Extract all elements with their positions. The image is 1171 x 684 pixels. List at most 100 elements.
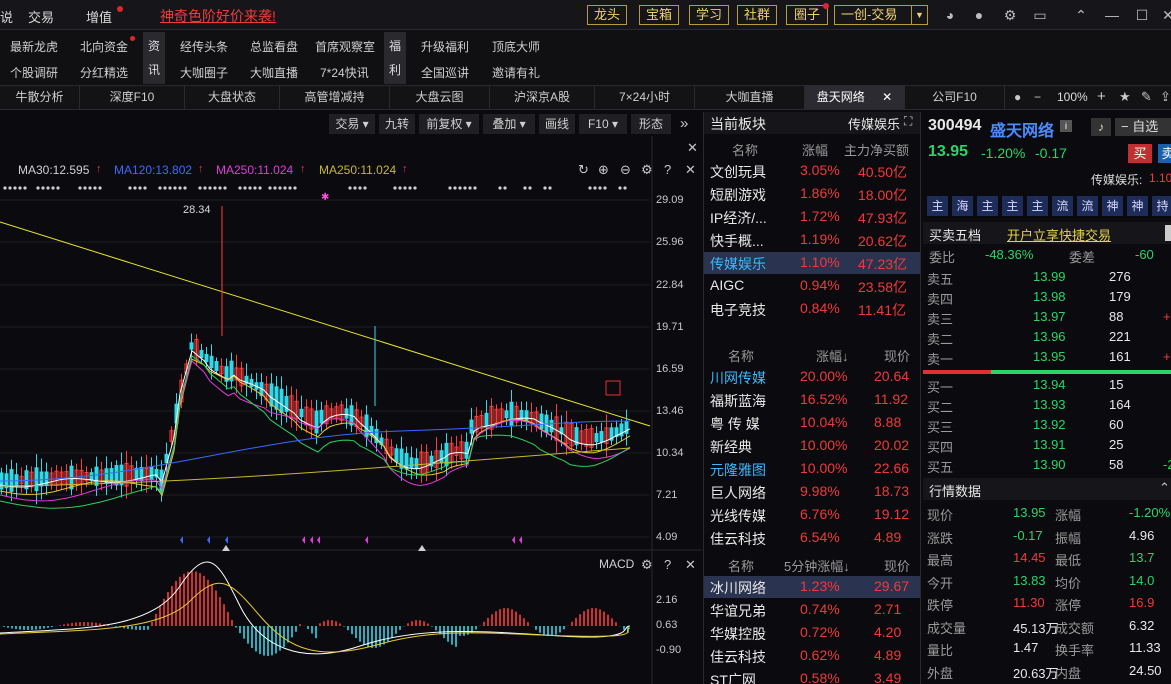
link-dividend[interactable]: 分红精选: [80, 64, 128, 81]
minimize-icon[interactable]: —: [1104, 7, 1120, 23]
tag-badge[interactable]: 主: [977, 196, 998, 216]
zoom-out-icon[interactable]: ⊖: [620, 162, 631, 178]
tab-a-share[interactable]: 沪深京A股: [490, 86, 595, 109]
sector-row[interactable]: IP经济/... 1.72% 47.93亿: [704, 206, 920, 228]
user-icon[interactable]: ●: [971, 7, 987, 23]
ask-row[interactable]: 卖二 13.96 221: [923, 328, 1171, 348]
stock-name[interactable]: 盛天网络: [990, 117, 1054, 141]
share-icon[interactable]: ⇪: [1160, 89, 1171, 105]
welfare-block[interactable]: 福利: [384, 32, 406, 84]
window-icon[interactable]: ▭: [1032, 7, 1048, 23]
help-icon[interactable]: ?: [664, 162, 671, 177]
tb-draw[interactable]: 画线: [539, 114, 575, 134]
bid-row[interactable]: 买三 13.92 60: [923, 416, 1171, 436]
account-select[interactable]: 一创-交易 ▼: [834, 5, 928, 25]
chevron-up-icon[interactable]: ⌃: [1073, 7, 1089, 23]
tab-niusan[interactable]: 牛散分析: [0, 86, 80, 109]
bid-row[interactable]: 买五13.9058-25: [923, 456, 1171, 476]
gear-icon[interactable]: ⚙: [1002, 7, 1018, 23]
bid-row[interactable]: 买二 13.93 164: [923, 396, 1171, 416]
link-master[interactable]: 顶底大师: [492, 38, 540, 55]
info-icon[interactable]: ●: [1014, 90, 1021, 104]
ask-row[interactable]: 卖一 13.95 161 +: [923, 348, 1171, 368]
link-invite[interactable]: 邀请有礼: [492, 64, 540, 81]
sector-current[interactable]: 传媒娱乐: [848, 114, 900, 133]
link-longhu[interactable]: 最新龙虎: [10, 38, 58, 55]
tag-badge[interactable]: 主: [927, 196, 948, 216]
stock-row[interactable]: 华谊兄弟 0.74% 2.71: [704, 599, 920, 621]
close-icon[interactable]: ✕: [685, 557, 696, 573]
account-link[interactable]: 开户立享快捷交易: [1007, 225, 1111, 244]
tag-badge[interactable]: 神: [1127, 196, 1148, 216]
star-icon[interactable]: ★: [1119, 89, 1131, 105]
zoom-out-icon[interactable]: −: [1034, 90, 1041, 104]
ask-row[interactable]: 卖三 13.97 88 +: [923, 308, 1171, 328]
link-upgrade[interactable]: 升级福利: [421, 38, 469, 55]
buy-button[interactable]: 买: [1128, 144, 1152, 163]
tag-badge[interactable]: 流: [1077, 196, 1098, 216]
gear-icon[interactable]: ⚙: [641, 162, 653, 178]
link-tour[interactable]: 全国巡讲: [421, 64, 469, 81]
link-724[interactable]: 7*24快讯: [320, 64, 369, 81]
nav-value-added[interactable]: 增值: [86, 7, 112, 26]
collapse-icon[interactable]: ⌃: [1159, 480, 1170, 496]
tab-f10-deep[interactable]: 深度F10: [80, 86, 185, 109]
link-survey[interactable]: 个股调研: [10, 64, 58, 81]
stock-row[interactable]: 巨人网络 9.98% 18.73: [704, 481, 920, 503]
tab-cloud[interactable]: 大盘云图: [390, 86, 490, 109]
stock-row[interactable]: 福斯蓝海 16.52% 11.92: [704, 389, 920, 411]
tb-trade[interactable]: 交易 ▾: [329, 114, 375, 134]
btn-circle[interactable]: 圈子: [786, 5, 828, 25]
link-bigshot-live[interactable]: 大咖直播: [250, 64, 298, 81]
stock-row[interactable]: ST广网 0.58% 3.49: [704, 668, 920, 684]
tb-pattern[interactable]: 形态: [631, 114, 671, 134]
stock-row[interactable]: 川网传媒 20.00% 20.64: [704, 366, 920, 388]
watchlist-button[interactable]: − 自选: [1115, 118, 1171, 136]
help-icon[interactable]: ?: [664, 557, 671, 572]
info-block[interactable]: 资讯: [143, 32, 165, 84]
link-north[interactable]: 北向资金: [80, 38, 128, 55]
expand-icon[interactable]: ⛶: [904, 114, 912, 129]
tag-badge[interactable]: 主: [1002, 196, 1023, 216]
tag-badge[interactable]: 流: [1052, 196, 1073, 216]
tb-f10[interactable]: F10 ▾: [579, 114, 627, 134]
bid-row[interactable]: 买一 13.94 15: [923, 376, 1171, 396]
close-icon[interactable]: ✕: [1160, 7, 1171, 23]
tb-nine[interactable]: 九转: [379, 114, 415, 134]
btn-dragon[interactable]: 龙头: [587, 5, 627, 25]
stock-row[interactable]: 光线传媒 6.76% 19.12: [704, 504, 920, 526]
calculator-icon[interactable]: [1165, 225, 1171, 241]
sell-button[interactable]: 卖: [1158, 144, 1171, 163]
btn-community[interactable]: 社群: [737, 5, 777, 25]
sector-row[interactable]: 快手概... 1.19% 20.62亿: [704, 229, 920, 251]
tag-badge[interactable]: 神: [1102, 196, 1123, 216]
zoom-in-icon[interactable]: +: [1097, 88, 1106, 105]
tb-overlay[interactable]: 叠加 ▾: [483, 114, 535, 134]
zoom-in-icon[interactable]: ⊕: [598, 162, 609, 178]
gear-icon[interactable]: ⚙: [641, 557, 653, 573]
sector-row[interactable]: 短剧游戏 1.86% 18.00亿: [704, 183, 920, 205]
stock-row[interactable]: 佳云科技 6.54% 4.89: [704, 527, 920, 549]
maximize-icon[interactable]: ☐: [1134, 7, 1150, 23]
tab-stock[interactable]: 盘天网络 ✕: [805, 86, 905, 109]
stock-row[interactable]: 佳云科技 0.62% 4.89: [704, 645, 920, 667]
ask-row[interactable]: 卖四 13.98 179: [923, 288, 1171, 308]
kline-chart[interactable]: ✱ MA30:12.595 ↑ MA120:13.802 ↑ MA250:11.…: [0, 136, 702, 684]
close-icon[interactable]: ✕: [685, 162, 696, 178]
btn-treasure[interactable]: 宝箱: [639, 5, 679, 25]
link-headline[interactable]: 经传头条: [180, 38, 228, 55]
link-chief[interactable]: 首席观察室: [315, 38, 375, 55]
sector-row[interactable]: 传媒娱乐 1.10% 47.23亿: [704, 252, 920, 274]
bid-row[interactable]: 买四 13.91 25: [923, 436, 1171, 456]
tag-badge[interactable]: 持: [1152, 196, 1171, 216]
bell-icon[interactable]: ♪: [1091, 118, 1111, 136]
stock-row[interactable]: 华媒控股 0.72% 4.20: [704, 622, 920, 644]
info-icon[interactable]: i: [1060, 120, 1072, 132]
tab-market-status[interactable]: 大盘状态: [185, 86, 280, 109]
close-icon[interactable]: ✕: [882, 90, 892, 104]
close-icon[interactable]: ✕: [687, 140, 698, 156]
double-chevron-right-icon[interactable]: »: [680, 115, 688, 132]
ask-row[interactable]: 卖五 13.99 276: [923, 268, 1171, 288]
btn-learn[interactable]: 学习: [689, 5, 729, 25]
promo-link[interactable]: 神奇色阶好价来袭!: [160, 6, 276, 26]
